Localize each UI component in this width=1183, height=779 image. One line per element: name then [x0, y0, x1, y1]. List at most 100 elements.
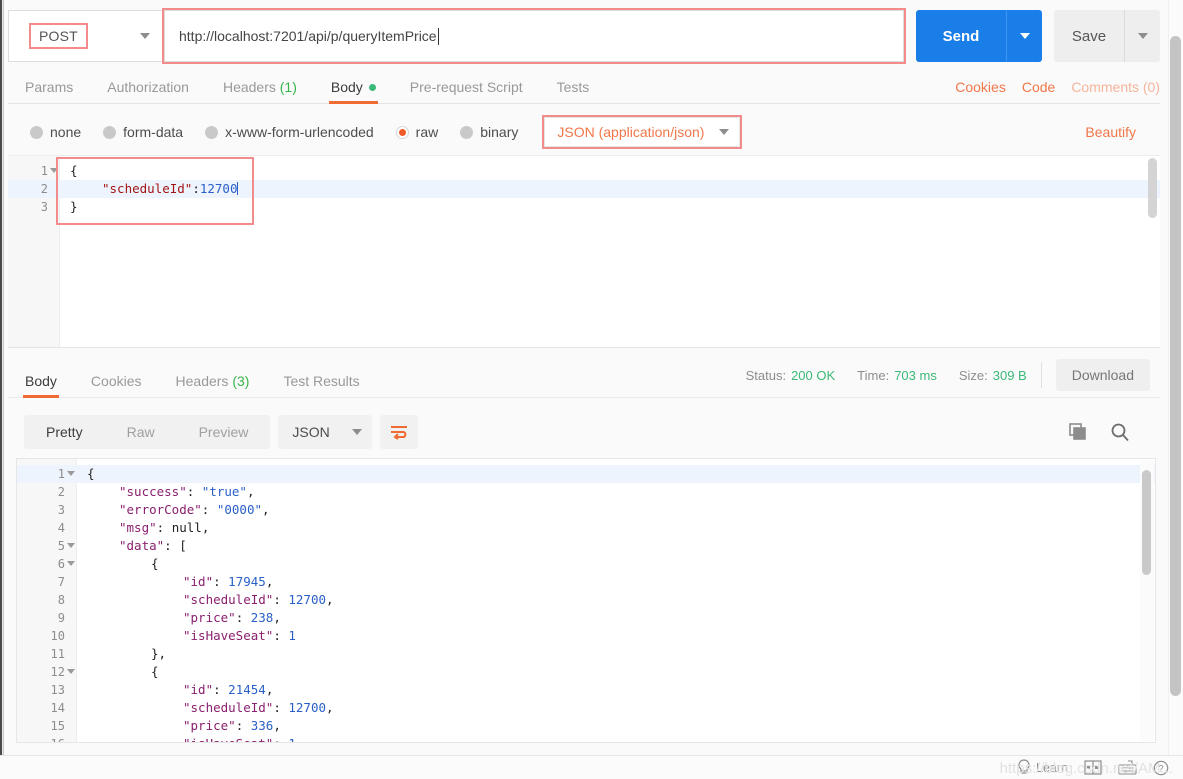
- line-number: 16: [17, 735, 65, 742]
- line-number: 15: [50, 719, 65, 733]
- request-code-lines: 1{2 "scheduleId":12700 3}: [8, 162, 1160, 216]
- code-token: 21454: [228, 682, 266, 697]
- status-bar: Learn ?: [0, 755, 1183, 779]
- code-line: 5 "data": [: [17, 537, 1155, 555]
- request-tab-body[interactable]: Body: [314, 79, 393, 104]
- code-line: 2 "scheduleId":12700: [8, 180, 1160, 198]
- code-token: "data": [119, 538, 165, 553]
- code-token: ,: [262, 502, 270, 517]
- beautify-link[interactable]: Beautify: [1085, 124, 1136, 140]
- content-type-value: JSON (application/json): [557, 124, 705, 140]
- fold-toggle-icon[interactable]: [67, 561, 75, 566]
- code-token: "0000": [216, 502, 263, 517]
- keyboard-shortcuts-button[interactable]: [1118, 760, 1137, 775]
- content-type-select[interactable]: JSON (application/json): [542, 115, 743, 149]
- code-line: 7 "id": 17945,: [17, 573, 1155, 591]
- fold-toggle-icon[interactable]: [67, 471, 75, 476]
- url-input[interactable]: http://localhost:7201/api/p/queryItemPri…: [162, 8, 906, 64]
- response-tab-headers[interactable]: Headers (3): [159, 373, 267, 397]
- code-token: 1: [288, 736, 296, 742]
- code-line: 8 "scheduleId": 12700,: [17, 591, 1155, 609]
- response-format-value: JSON: [292, 424, 330, 440]
- learn-button[interactable]: Learn: [1017, 759, 1068, 776]
- line-number: 13: [50, 683, 65, 697]
- copy-button[interactable]: [1068, 422, 1088, 442]
- code-token: {: [87, 466, 95, 481]
- body-type-radio-none[interactable]: none: [30, 124, 81, 140]
- response-tab-body[interactable]: Body: [8, 373, 74, 398]
- tab-label: Body: [330, 79, 363, 95]
- request-tab-headers[interactable]: Headers (1): [206, 79, 314, 103]
- code-token: {: [151, 664, 159, 679]
- code-token: "id": [183, 682, 214, 697]
- chevron-down-icon: [352, 429, 363, 435]
- request-tab-pre-request-script[interactable]: Pre-request Script: [393, 79, 540, 103]
- code-line: 11},: [17, 645, 1155, 663]
- code-line: 1{: [17, 465, 1155, 483]
- search-button[interactable]: [1110, 422, 1130, 442]
- line-number: 1: [40, 164, 48, 178]
- response-scrollbar-thumb[interactable]: [1142, 470, 1151, 575]
- two-pane-layout-button[interactable]: [1084, 760, 1102, 775]
- code-token: :: [273, 736, 288, 742]
- response-view-raw[interactable]: Raw: [105, 415, 177, 449]
- save-button[interactable]: Save: [1054, 10, 1124, 62]
- body-type-radio-binary[interactable]: binary: [460, 124, 518, 140]
- code-line: 3 "errorCode": "0000",: [17, 501, 1155, 519]
- bulb-icon: [1018, 759, 1030, 774]
- tab-label: Cookies: [90, 373, 142, 389]
- request-tabs: Params Authorization Headers (1) Body Pre-re…: [8, 70, 1160, 104]
- page-scrollbar-thumb[interactable]: [1170, 36, 1181, 696]
- response-scrollbar-track[interactable]: [1140, 460, 1154, 741]
- chevron-down-icon: [1137, 33, 1148, 39]
- response-body-viewer[interactable]: 1{2 "success": "true", 3 "errorCode": "0000…: [16, 458, 1156, 743]
- help-button[interactable]: ?: [1153, 760, 1169, 776]
- divider: [1040, 362, 1042, 388]
- fold-toggle-icon[interactable]: [50, 168, 58, 173]
- send-button[interactable]: Send: [916, 10, 1006, 62]
- code-line: 6{: [17, 555, 1155, 573]
- request-body-editor[interactable]: 1{2 "scheduleId":12700 3}: [8, 155, 1160, 347]
- download-button[interactable]: Download: [1055, 359, 1150, 391]
- body-type-radio-raw[interactable]: raw: [395, 124, 438, 140]
- code-token: ,: [273, 610, 281, 625]
- code-token: :: [192, 181, 200, 196]
- line-number: 4: [57, 521, 65, 535]
- word-wrap-button[interactable]: [380, 415, 419, 449]
- body-type-radio-x-www-form-urlencoded[interactable]: x-www-form-urlencoded: [205, 124, 374, 140]
- code-link[interactable]: Code: [1022, 79, 1055, 95]
- code-line: 1{: [8, 162, 1160, 180]
- size-label: Size:: [958, 367, 988, 383]
- keyboard-icon: [1118, 760, 1137, 775]
- word-wrap-icon: [391, 426, 408, 440]
- code-token: ,: [265, 682, 274, 697]
- code-text: "scheduleId": 12700,: [87, 591, 334, 609]
- fold-toggle-icon[interactable]: [67, 669, 75, 674]
- code-token: "success": [119, 484, 187, 499]
- line-number: 1: [57, 467, 65, 481]
- send-options-button[interactable]: [1006, 10, 1042, 62]
- request-tab-params[interactable]: Params: [8, 79, 90, 103]
- save-options-button[interactable]: [1124, 10, 1160, 62]
- body-type-radio-form-data[interactable]: form-data: [103, 124, 183, 140]
- code-token: "true": [201, 484, 247, 499]
- code-token: 12700: [288, 700, 327, 715]
- http-method-selector[interactable]: POST: [8, 10, 164, 62]
- request-tab-tests[interactable]: Tests: [540, 79, 607, 103]
- request-editor-scrollbar[interactable]: [1148, 158, 1157, 218]
- response-view-pretty[interactable]: Pretty: [24, 415, 105, 449]
- response-view-preview[interactable]: Preview: [177, 415, 271, 449]
- code-line: 3}: [8, 198, 1160, 216]
- response-format-select[interactable]: JSON: [278, 415, 373, 449]
- copy-icon: [1069, 423, 1086, 440]
- cookies-link[interactable]: Cookies: [955, 79, 1006, 95]
- response-tab-test-results[interactable]: Test Results: [266, 373, 376, 397]
- response-tab-cookies[interactable]: Cookies: [74, 373, 159, 397]
- request-tab-authorization[interactable]: Authorization: [90, 79, 206, 103]
- page-scrollbar-track[interactable]: [1168, 0, 1183, 755]
- comments-link[interactable]: Comments (0): [1071, 79, 1160, 95]
- radio-label: binary: [480, 124, 519, 140]
- code-token: :: [235, 718, 251, 733]
- fold-toggle-icon[interactable]: [67, 543, 75, 548]
- code-text: "scheduleId":12700: [70, 180, 239, 198]
